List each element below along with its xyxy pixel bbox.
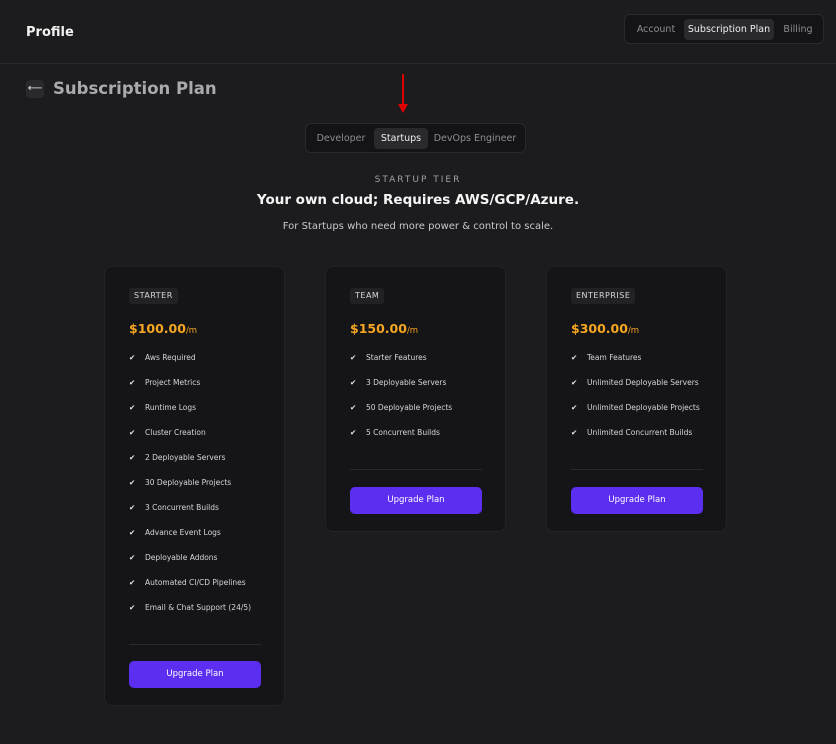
feature-item: ✔ 3 Concurrent Builds <box>129 503 219 512</box>
divider <box>571 469 703 470</box>
tab-subscription-plan[interactable]: Subscription Plan <box>684 19 774 40</box>
plan-price: $100.00/m <box>129 321 198 336</box>
check-icon: ✔ <box>129 503 136 512</box>
feature-item: ✔ Team Features <box>571 353 642 362</box>
segment-developer[interactable]: Developer <box>311 128 371 149</box>
top-bar: Profile Account Subscription Plan Billin… <box>0 0 836 64</box>
feature-item: ✔ Runtime Logs <box>129 403 197 412</box>
audience-selector: Developer Startups DevOps Engineer <box>305 123 526 153</box>
check-icon: ✔ <box>129 603 136 612</box>
feature-item: ✔ Advance Event Logs <box>129 528 221 537</box>
feature-item: ✔ Email & Chat Support (24/5) <box>129 603 252 612</box>
plan-card-team: TEAM $150.00/m ✔ Starter Features ✔ 3 Depl… <box>325 266 506 532</box>
tier-subtitle: For Startups who need more power & contr… <box>282 221 554 232</box>
feature-item: ✔ 30 Deployable Projects <box>129 478 232 487</box>
check-icon: ✔ <box>129 578 136 587</box>
plan-badge: TEAM <box>350 288 385 304</box>
check-icon: ✔ <box>350 428 357 437</box>
annotation-arrow <box>398 74 408 113</box>
check-icon: ✔ <box>571 403 578 412</box>
check-icon: ✔ <box>129 478 136 487</box>
divider <box>129 644 261 645</box>
feature-item: ✔ Deployable Addons <box>129 553 218 562</box>
feature-item: ✔ Project Metrics <box>129 378 201 387</box>
feature-item: ✔ Starter Features <box>350 353 427 362</box>
plan-card-starter: STARTER $100.00/m ✔ Aws Required ✔ Project… <box>104 266 285 706</box>
divider <box>350 469 482 470</box>
feature-item: ✔ Unlimited Deployable Projects <box>571 403 700 412</box>
feature-item: ✔ 3 Deployable Servers <box>350 378 447 387</box>
arrow-left-icon: ⟵ <box>27 83 43 94</box>
tab-billing[interactable]: Billing <box>777 19 819 40</box>
check-icon: ✔ <box>571 378 578 387</box>
plan-price: $150.00/m <box>350 321 419 336</box>
upgrade-plan-button[interactable]: Upgrade Plan <box>129 661 261 688</box>
check-icon: ✔ <box>571 428 578 437</box>
plan-price: $300.00/m <box>571 321 640 336</box>
segment-startups[interactable]: Startups <box>374 128 428 149</box>
upgrade-plan-button[interactable]: Upgrade Plan <box>350 487 482 514</box>
page-title: Subscription Plan <box>53 79 217 98</box>
plan-badge: STARTER <box>129 288 178 304</box>
feature-list: ✔ Team Features ✔ Unlimited Deployable Ser… <box>571 353 721 453</box>
feature-list: ✔ Aws Required ✔ Project Metrics ✔ Runtime … <box>129 353 279 628</box>
feature-item: ✔ 50 Deployable Projects <box>350 403 453 412</box>
check-icon: ✔ <box>129 403 136 412</box>
tier-heading: Your own cloud; Requires AWS/GCP/Azure. <box>256 192 580 208</box>
feature-item: ✔ 2 Deployable Servers <box>129 453 226 462</box>
feature-item: ✔ Cluster Creation <box>129 428 206 437</box>
check-icon: ✔ <box>571 353 578 362</box>
check-icon: ✔ <box>129 428 136 437</box>
check-icon: ✔ <box>129 353 136 362</box>
tab-account[interactable]: Account <box>631 19 681 40</box>
check-icon: ✔ <box>350 403 357 412</box>
segment-devops-engineer[interactable]: DevOps Engineer <box>431 128 519 149</box>
upgrade-plan-button[interactable]: Upgrade Plan <box>571 487 703 514</box>
profile-tabs: Account Subscription Plan Billing <box>624 14 824 44</box>
feature-item: ✔ Aws Required <box>129 353 196 362</box>
plan-badge: ENTERPRISE <box>571 288 636 304</box>
feature-item: ✔ Unlimited Concurrent Builds <box>571 428 693 437</box>
check-icon: ✔ <box>129 453 136 462</box>
plan-card-enterprise: ENTERPRISE $300.00/m ✔ Team Features ✔ Unl… <box>546 266 727 532</box>
check-icon: ✔ <box>350 378 357 387</box>
back-button[interactable]: ⟵ <box>26 80 44 98</box>
tier-label: STARTUP TIER <box>374 175 462 185</box>
feature-item: ✔ Automated CI/CD Pipelines <box>129 578 246 587</box>
check-icon: ✔ <box>129 378 136 387</box>
check-icon: ✔ <box>350 353 357 362</box>
feature-list: ✔ Starter Features ✔ 3 Deployable Servers … <box>350 353 500 453</box>
feature-item: ✔ 5 Concurrent Builds <box>350 428 440 437</box>
check-icon: ✔ <box>129 528 136 537</box>
check-icon: ✔ <box>129 553 136 562</box>
profile-title: Profile <box>26 25 74 40</box>
feature-item: ✔ Unlimited Deployable Servers <box>571 378 699 387</box>
